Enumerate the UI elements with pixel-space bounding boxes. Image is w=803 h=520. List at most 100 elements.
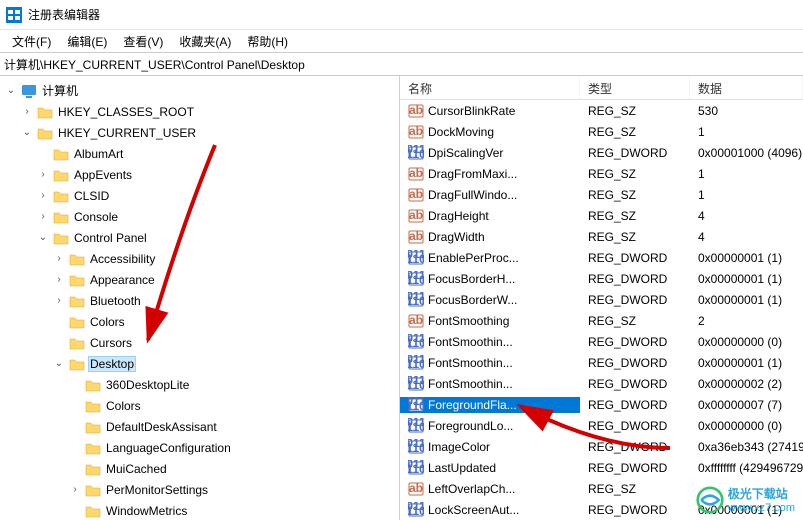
string-icon xyxy=(408,103,424,119)
twisty-icon[interactable]: › xyxy=(36,211,50,222)
list-row[interactable]: ImageColorREG_DWORD0xa36eb343 (274194105… xyxy=(400,436,803,457)
cell-type: REG_SZ xyxy=(580,188,690,202)
menu-file[interactable]: 文件(F) xyxy=(4,31,59,52)
list-row[interactable]: DragFullWindo...REG_SZ1 xyxy=(400,184,803,205)
menu-view[interactable]: 查看(V) xyxy=(115,31,171,52)
cell-data: 0x00000001 (1) xyxy=(690,251,803,265)
cell-type: REG_DWORD xyxy=(580,398,690,412)
tree-item-colors[interactable]: › Colors xyxy=(0,311,399,332)
registry-tree[interactable]: ⌄ 计算机 › HKEY_CLASSES_ROOT ⌄ HKEY_CURRENT… xyxy=(0,76,399,520)
menu-bar: 文件(F) 编辑(E) 查看(V) 收藏夹(A) 帮助(H) xyxy=(0,30,803,52)
list-row[interactable]: LastUpdatedREG_DWORD0xffffffff (42949672… xyxy=(400,457,803,478)
list-row[interactable]: CursorBlinkRateREG_SZ530 xyxy=(400,100,803,121)
tree-item-cursors[interactable]: › Cursors xyxy=(0,332,399,353)
twisty-spacer: › xyxy=(68,379,82,390)
tree-item-console[interactable]: › Console xyxy=(0,206,399,227)
tree-item-bluetooth[interactable]: › Bluetooth xyxy=(0,290,399,311)
tree-item-appearance[interactable]: › Appearance xyxy=(0,269,399,290)
tree-item-360desktoplite[interactable]: › 360DesktopLite xyxy=(0,374,399,395)
binary-icon xyxy=(408,502,424,518)
value-name: FontSmoothing xyxy=(428,314,509,328)
binary-icon xyxy=(408,292,424,308)
col-data[interactable]: 数据 xyxy=(690,76,803,99)
tree-item-desktop[interactable]: ⌄ Desktop xyxy=(0,353,399,374)
tree-item-colors2[interactable]: › Colors xyxy=(0,395,399,416)
twisty-icon[interactable]: › xyxy=(36,190,50,201)
list-row[interactable]: DragHeightREG_SZ4 xyxy=(400,205,803,226)
cell-type: REG_DWORD xyxy=(580,419,690,433)
twisty-icon[interactable]: › xyxy=(36,169,50,180)
folder-icon xyxy=(85,398,101,414)
string-icon xyxy=(408,166,424,182)
tree-item-controlpanel[interactable]: ⌄ Control Panel xyxy=(0,227,399,248)
binary-icon xyxy=(408,271,424,287)
cell-type: REG_SZ xyxy=(580,230,690,244)
list-row[interactable]: DpiScalingVerREG_DWORD0x00001000 (4096) xyxy=(400,142,803,163)
list-body[interactable]: CursorBlinkRateREG_SZ530DockMovingREG_SZ… xyxy=(400,100,803,520)
binary-icon xyxy=(408,145,424,161)
cell-type: REG_DWORD xyxy=(580,356,690,370)
tree-item-permonitorsettings[interactable]: › PerMonitorSettings xyxy=(0,479,399,500)
menu-favorites[interactable]: 收藏夹(A) xyxy=(171,31,239,52)
twisty-icon[interactable]: › xyxy=(52,253,66,264)
list-row[interactable]: FontSmoothin...REG_DWORD0x00000001 (1) xyxy=(400,352,803,373)
twisty-icon[interactable]: ⌄ xyxy=(52,358,66,369)
tree-label: Colors xyxy=(104,398,143,414)
folder-icon xyxy=(85,461,101,477)
folder-icon xyxy=(53,188,69,204)
tree-item-languageconfiguration[interactable]: › LanguageConfiguration xyxy=(0,437,399,458)
cell-data: 0x00000007 (7) xyxy=(690,398,803,412)
cell-data: 0x00000001 (1) xyxy=(690,356,803,370)
col-name[interactable]: 名称 xyxy=(400,76,580,99)
list-row[interactable]: FontSmoothingREG_SZ2 xyxy=(400,310,803,331)
twisty-spacer: › xyxy=(68,505,82,516)
list-row[interactable]: DockMovingREG_SZ1 xyxy=(400,121,803,142)
menu-edit[interactable]: 编辑(E) xyxy=(59,31,115,52)
cell-type: REG_DWORD xyxy=(580,293,690,307)
address-bar[interactable]: 计算机\HKEY_CURRENT_USER\Control Panel\Desk… xyxy=(0,52,803,76)
tree-item-defaultdeskassistant[interactable]: › DefaultDeskAssisant xyxy=(0,416,399,437)
cell-data: 0x00000001 (1) xyxy=(690,293,803,307)
twisty-icon[interactable]: ⌄ xyxy=(36,232,50,243)
tree-item-albumart[interactable]: › AlbumArt xyxy=(0,143,399,164)
binary-icon xyxy=(408,334,424,350)
tree-root[interactable]: ⌄ 计算机 xyxy=(0,80,399,101)
cell-name: ForegroundLo... xyxy=(400,418,580,434)
twisty-icon[interactable]: › xyxy=(52,295,66,306)
twisty-icon[interactable]: › xyxy=(20,106,34,117)
list-row[interactable]: DragWidthREG_SZ4 xyxy=(400,226,803,247)
string-icon xyxy=(408,481,424,497)
twisty-icon[interactable]: › xyxy=(68,484,82,495)
list-row[interactable]: FocusBorderW...REG_DWORD0x00000001 (1) xyxy=(400,289,803,310)
binary-icon xyxy=(408,397,424,413)
list-row[interactable]: ForegroundFla...REG_DWORD0x00000007 (7) xyxy=(400,394,803,415)
watermark-icon xyxy=(696,486,724,514)
list-row[interactable]: FontSmoothin...REG_DWORD0x00000002 (2) xyxy=(400,373,803,394)
tree-item-clsid[interactable]: › CLSID xyxy=(0,185,399,206)
list-row[interactable]: DragFromMaxi...REG_SZ1 xyxy=(400,163,803,184)
twisty-icon[interactable]: ⌄ xyxy=(4,85,18,96)
folder-icon xyxy=(85,503,101,519)
tree-hkcu[interactable]: ⌄ HKEY_CURRENT_USER xyxy=(0,122,399,143)
cell-name: CursorBlinkRate xyxy=(400,103,580,119)
tree-hkcr[interactable]: › HKEY_CLASSES_ROOT xyxy=(0,101,399,122)
cell-type: REG_DWORD xyxy=(580,251,690,265)
twisty-icon[interactable]: › xyxy=(52,274,66,285)
list-row[interactable]: ForegroundLo...REG_DWORD0x00000000 (0) xyxy=(400,415,803,436)
tree-item-appevents[interactable]: › AppEvents xyxy=(0,164,399,185)
cell-name: DpiScalingVer xyxy=(400,145,580,161)
value-name: FontSmoothin... xyxy=(428,377,513,391)
cell-data: 0x00000001 (1) xyxy=(690,272,803,286)
tree-item-accessibility[interactable]: › Accessibility xyxy=(0,248,399,269)
col-type[interactable]: 类型 xyxy=(580,76,690,99)
twisty-spacer: › xyxy=(36,148,50,159)
cell-name: FontSmoothin... xyxy=(400,355,580,371)
list-row[interactable]: EnablePerProc...REG_DWORD0x00000001 (1) xyxy=(400,247,803,268)
list-row[interactable]: FontSmoothin...REG_DWORD0x00000000 (0) xyxy=(400,331,803,352)
tree-item-windowmetrics[interactable]: › WindowMetrics xyxy=(0,500,399,520)
tree-item-muicached[interactable]: › MuiCached xyxy=(0,458,399,479)
value-name: ImageColor xyxy=(428,440,490,454)
twisty-icon[interactable]: ⌄ xyxy=(20,127,34,138)
list-row[interactable]: FocusBorderH...REG_DWORD0x00000001 (1) xyxy=(400,268,803,289)
menu-help[interactable]: 帮助(H) xyxy=(239,31,296,52)
